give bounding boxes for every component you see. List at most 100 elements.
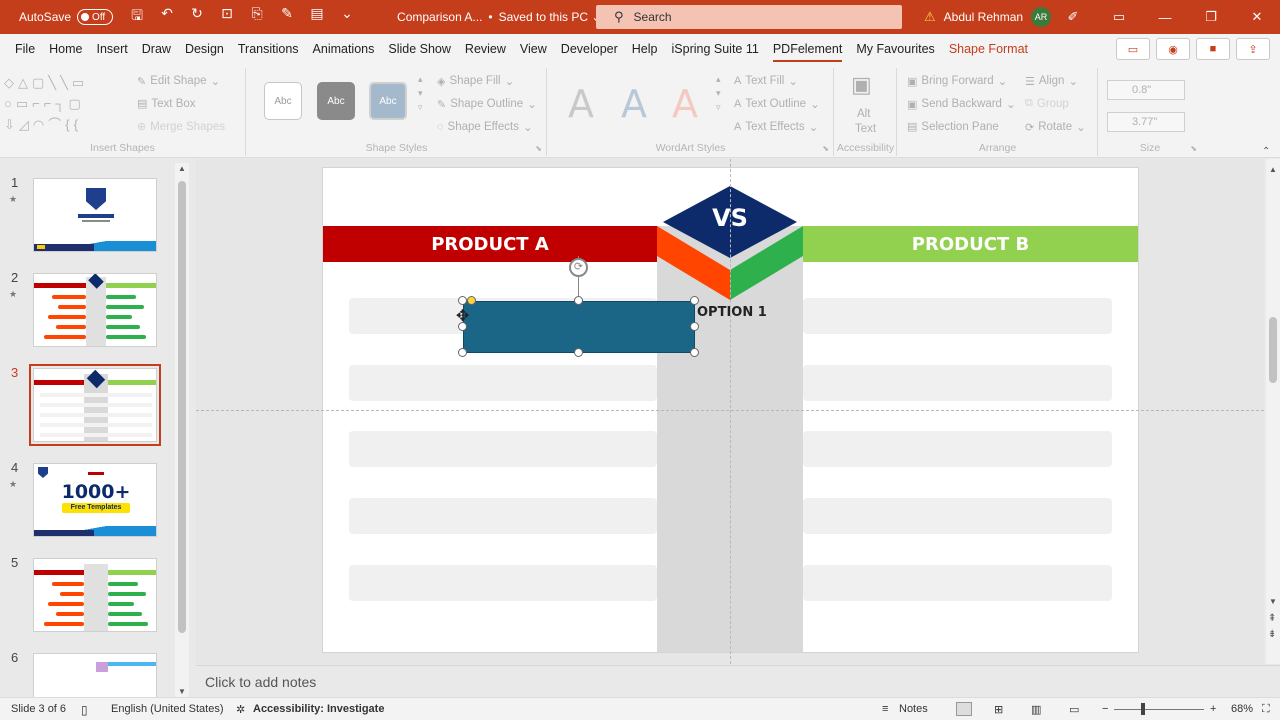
scroll-down-icon[interactable]: ▼ bbox=[178, 687, 186, 696]
customize-qat-icon[interactable]: ⌄ bbox=[339, 5, 355, 29]
collapse-ribbon-icon[interactable]: ⌃ bbox=[1262, 146, 1270, 157]
selected-rectangle-shape[interactable] bbox=[463, 301, 695, 353]
alt-text-label-2[interactable]: Text bbox=[855, 123, 876, 135]
close-icon[interactable]: ✕ bbox=[1234, 9, 1280, 25]
resize-handle-se[interactable] bbox=[690, 348, 699, 357]
group-button[interactable]: ⧉ Group bbox=[1025, 97, 1069, 110]
tab-draw[interactable]: Draw bbox=[135, 34, 178, 64]
language-label[interactable]: English (United States) bbox=[111, 703, 224, 715]
canvas-vertical-scrollbar[interactable]: ▲ ▼ ⇞ ⇟ bbox=[1266, 159, 1280, 664]
tab-slide-show[interactable]: Slide Show bbox=[381, 34, 458, 64]
undo-icon[interactable]: ↶ bbox=[159, 5, 175, 29]
text-fill-button[interactable]: A Text Fill ⌄ bbox=[734, 74, 798, 88]
record-icon[interactable]: ◉ bbox=[1156, 38, 1190, 60]
tab-pdfelement[interactable]: PDFelement bbox=[766, 34, 849, 64]
shape-fill-button[interactable]: ◈ Shape Fill ⌄ bbox=[437, 74, 514, 88]
wordart-gallery-scroll[interactable]: ▴ ▾ ▿ bbox=[716, 72, 721, 114]
zoom-slider-thumb[interactable] bbox=[1141, 703, 1145, 715]
tab-my-favourites[interactable]: My Favourites bbox=[849, 34, 942, 64]
slide-sorter-icon[interactable]: ⊞ bbox=[994, 703, 1003, 716]
autosave-toggle[interactable]: Off bbox=[77, 9, 114, 25]
resize-handle-n[interactable] bbox=[574, 296, 583, 305]
row-right-2[interactable] bbox=[803, 365, 1112, 401]
resize-handle-s[interactable] bbox=[574, 348, 583, 357]
shapes-gallery[interactable]: ◇△▢╲╲▭ ○▭⌐⌐┐▢ ⇩◿◠⌒{{ bbox=[4, 72, 114, 135]
redo-icon[interactable]: ↻ bbox=[189, 5, 205, 29]
wordart-preset-3[interactable]: A bbox=[672, 82, 698, 126]
ribbon-display-icon[interactable]: ▭ bbox=[1096, 9, 1142, 25]
comment-icon[interactable]: ▭ bbox=[1116, 38, 1150, 60]
edit-shape-button[interactable]: ✎ Edit Shape ⌄ bbox=[137, 74, 220, 88]
scrollbar-thumb[interactable] bbox=[178, 181, 186, 633]
touch-mode-icon[interactable]: ✎ bbox=[279, 5, 295, 29]
product-b-header[interactable]: PRODUCT B bbox=[803, 226, 1138, 262]
tab-transitions[interactable]: Transitions bbox=[231, 34, 306, 64]
tab-review[interactable]: Review bbox=[458, 34, 513, 64]
share-icon[interactable]: ⇪ bbox=[1236, 38, 1270, 60]
wordart-preset-1[interactable]: A bbox=[568, 82, 594, 126]
resize-handle-ne[interactable] bbox=[690, 296, 699, 305]
slide-thumbnail-3[interactable] bbox=[29, 364, 161, 446]
style-preset-2[interactable]: Abc bbox=[317, 82, 355, 120]
row-left-3[interactable] bbox=[349, 431, 657, 467]
tab-file[interactable]: File bbox=[8, 34, 42, 64]
tab-insert[interactable]: Insert bbox=[90, 34, 135, 64]
row-left-4[interactable] bbox=[349, 498, 657, 534]
product-a-header[interactable]: PRODUCT A bbox=[323, 226, 657, 262]
style-gallery-scroll[interactable]: ▴ ▾ ▿ bbox=[418, 72, 423, 114]
slide-thumbnail-6[interactable] bbox=[33, 653, 157, 697]
resize-handle-e[interactable] bbox=[690, 322, 699, 331]
tab-view[interactable]: View bbox=[513, 34, 554, 64]
zoom-level[interactable]: 68% bbox=[1231, 703, 1253, 715]
option-1-label[interactable]: OPTION 1 bbox=[697, 305, 767, 320]
resize-handle-sw[interactable] bbox=[458, 348, 467, 357]
send-backward-button[interactable]: ▣ Send Backward ⌄ bbox=[907, 97, 1016, 111]
slide-thumbnail-1[interactable] bbox=[33, 178, 157, 252]
row-left-5[interactable] bbox=[349, 565, 657, 601]
shape-width-field[interactable]: 3.77" bbox=[1107, 112, 1185, 132]
merge-shapes-button[interactable]: ⊕ Merge Shapes bbox=[137, 120, 225, 134]
pen-icon[interactable]: ✐ bbox=[1050, 9, 1096, 25]
style-preset-1[interactable]: Abc bbox=[264, 82, 302, 120]
selection-pane-button[interactable]: ▤ Selection Pane bbox=[907, 120, 999, 134]
minimize-icon[interactable]: — bbox=[1142, 10, 1188, 25]
office-icon[interactable]: ■ bbox=[1196, 38, 1230, 60]
pdf-icon[interactable]: ▤ bbox=[309, 5, 325, 29]
reading-view-icon[interactable]: ▥ bbox=[1031, 703, 1041, 716]
format-painter-icon[interactable]: ⎘ bbox=[249, 5, 265, 29]
thumbnails-scrollbar[interactable]: ▲ ▼ bbox=[175, 163, 189, 697]
rotate-button[interactable]: ⟳ Rotate ⌄ bbox=[1025, 120, 1086, 134]
save-icon[interactable]: 🖫 bbox=[129, 5, 145, 29]
wordart-preset-2[interactable]: A bbox=[621, 82, 647, 126]
shape-effects-button[interactable]: ◌ Shape Effects ⌄ bbox=[437, 120, 533, 134]
present-icon[interactable]: ⊡ bbox=[219, 5, 235, 29]
tab-home[interactable]: Home bbox=[42, 34, 89, 64]
alt-text-label-1[interactable]: Alt bbox=[857, 108, 870, 120]
row-right-5[interactable] bbox=[803, 565, 1112, 601]
search-box[interactable]: ⚲ Search bbox=[596, 5, 902, 29]
scroll-up-icon[interactable]: ▲ bbox=[1269, 165, 1277, 174]
accessibility-status[interactable]: Accessibility: Investigate bbox=[253, 703, 384, 715]
tab-animations[interactable]: Animations bbox=[306, 34, 382, 64]
resize-handle-nw[interactable] bbox=[458, 296, 467, 305]
text-effects-button[interactable]: A Text Effects ⌄ bbox=[734, 120, 818, 134]
dialog-launcher-icon[interactable]: ⬊ bbox=[822, 144, 829, 153]
notes-pane[interactable]: Click to add notes bbox=[196, 665, 1280, 697]
adjust-handle[interactable] bbox=[467, 296, 476, 305]
zoom-in-icon[interactable]: + bbox=[1210, 703, 1216, 715]
spellcheck-icon[interactable]: ▯ bbox=[81, 703, 88, 717]
text-box-button[interactable]: ▤ Text Box bbox=[137, 97, 196, 111]
slide-thumbnail-4[interactable]: 1000+ Free Templates bbox=[33, 463, 157, 537]
document-title[interactable]: Comparison A...•Saved to this PC ⌄ bbox=[397, 10, 601, 24]
normal-view-icon[interactable] bbox=[956, 702, 972, 716]
tab-design[interactable]: Design bbox=[178, 34, 231, 64]
row-left-2[interactable] bbox=[349, 365, 657, 401]
slide-thumbnail-5[interactable] bbox=[33, 558, 157, 632]
bring-forward-button[interactable]: ▣ Bring Forward ⌄ bbox=[907, 74, 1007, 88]
tab-shape-format[interactable]: Shape Format bbox=[942, 34, 1035, 64]
fit-slide-icon[interactable]: ⛶ bbox=[1262, 703, 1270, 716]
restore-icon[interactable]: ❐ bbox=[1188, 9, 1234, 25]
tab-ispring[interactable]: iSpring Suite 11 bbox=[665, 34, 766, 64]
slide-thumbnail-2[interactable] bbox=[33, 273, 157, 347]
notes-toggle[interactable]: Notes bbox=[899, 703, 928, 715]
